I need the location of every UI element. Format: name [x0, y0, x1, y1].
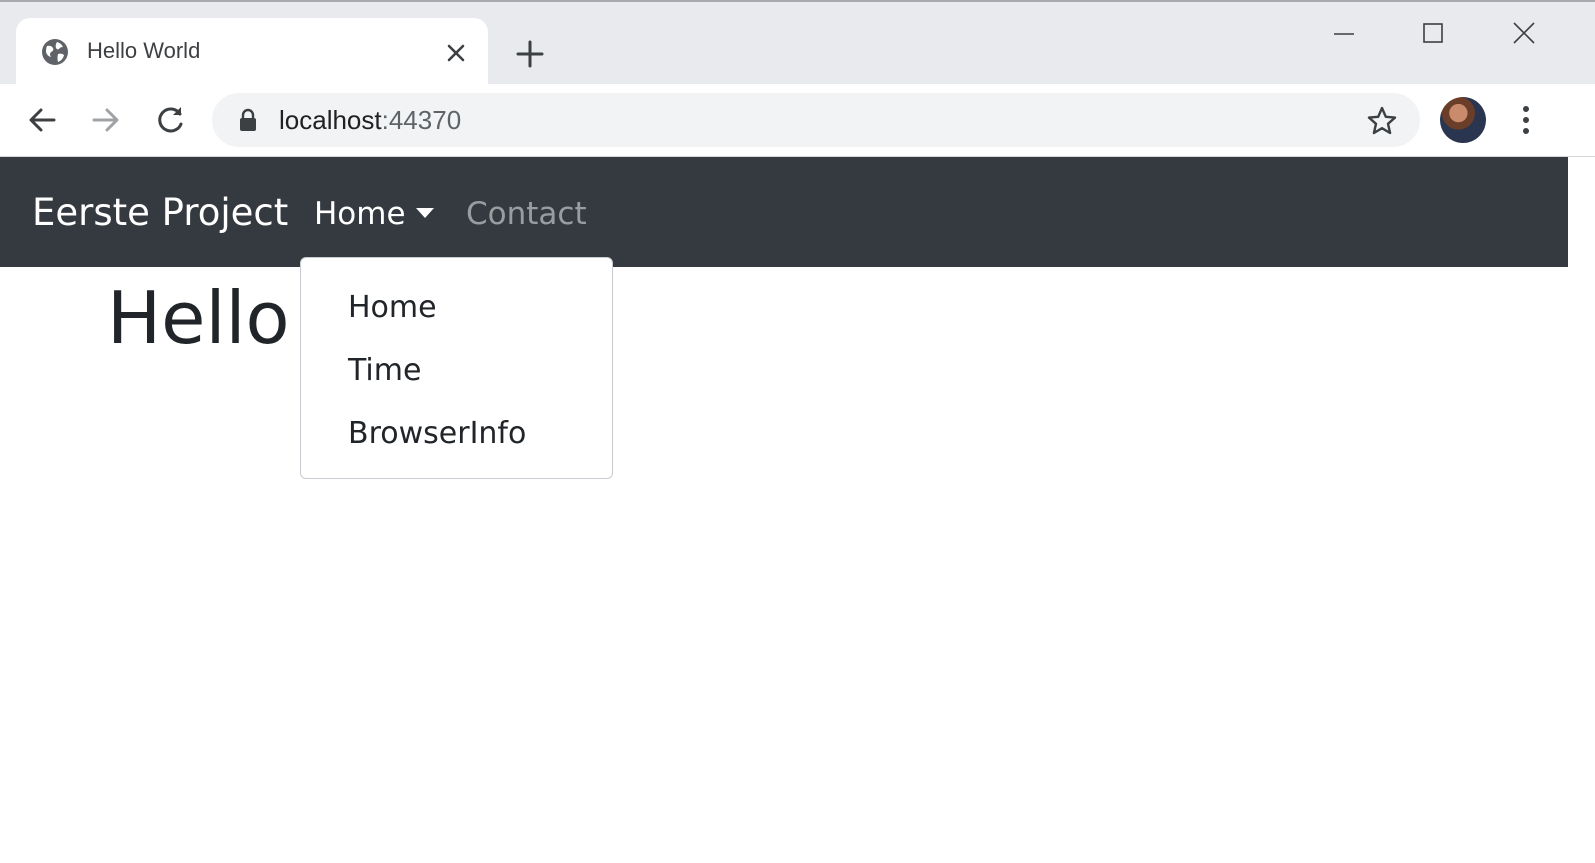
address-bar[interactable]: localhost:44370 [212, 93, 1420, 147]
close-window-icon[interactable] [1506, 16, 1542, 52]
maximize-icon[interactable] [1415, 16, 1451, 52]
star-icon[interactable] [1366, 105, 1398, 137]
tab-strip: Hello World [0, 0, 1595, 86]
kebab-menu-icon[interactable] [1510, 102, 1542, 138]
dropdown-item-browserinfo[interactable]: BrowserInfo [348, 416, 526, 451]
url-host: localhost [279, 105, 382, 135]
scrollbar-gutter [1568, 157, 1595, 863]
home-dropdown-menu: Home Time BrowserInfo [300, 257, 613, 479]
nav-item-home[interactable]: Home [314, 196, 406, 232]
minimize-icon[interactable] [1326, 16, 1362, 52]
forward-arrow-icon[interactable] [86, 100, 126, 140]
lock-icon[interactable] [237, 108, 259, 132]
browser-chrome: Hello World localhost:44370 [0, 0, 1595, 157]
browser-toolbar: localhost:44370 [0, 84, 1595, 157]
page-heading: Hello [107, 276, 290, 360]
nav-item-contact[interactable]: Contact [466, 196, 587, 232]
url-port: :44370 [381, 105, 462, 135]
address-url[interactable]: localhost:44370 [279, 105, 461, 136]
close-tab-icon[interactable] [443, 40, 469, 66]
reload-icon[interactable] [150, 100, 190, 140]
dropdown-item-home[interactable]: Home [348, 290, 437, 325]
dropdown-item-time[interactable]: Time [348, 353, 421, 388]
chevron-down-icon[interactable] [416, 208, 434, 218]
navbar-brand[interactable]: Eerste Project [32, 191, 288, 234]
profile-avatar[interactable] [1440, 97, 1486, 143]
site-navbar: Eerste Project Home Contact [0, 157, 1568, 267]
tab-title: Hello World [87, 38, 201, 63]
browser-tab[interactable]: Hello World [16, 18, 488, 86]
globe-icon [42, 39, 68, 65]
back-arrow-icon[interactable] [22, 100, 62, 140]
new-tab-icon[interactable] [513, 37, 547, 71]
